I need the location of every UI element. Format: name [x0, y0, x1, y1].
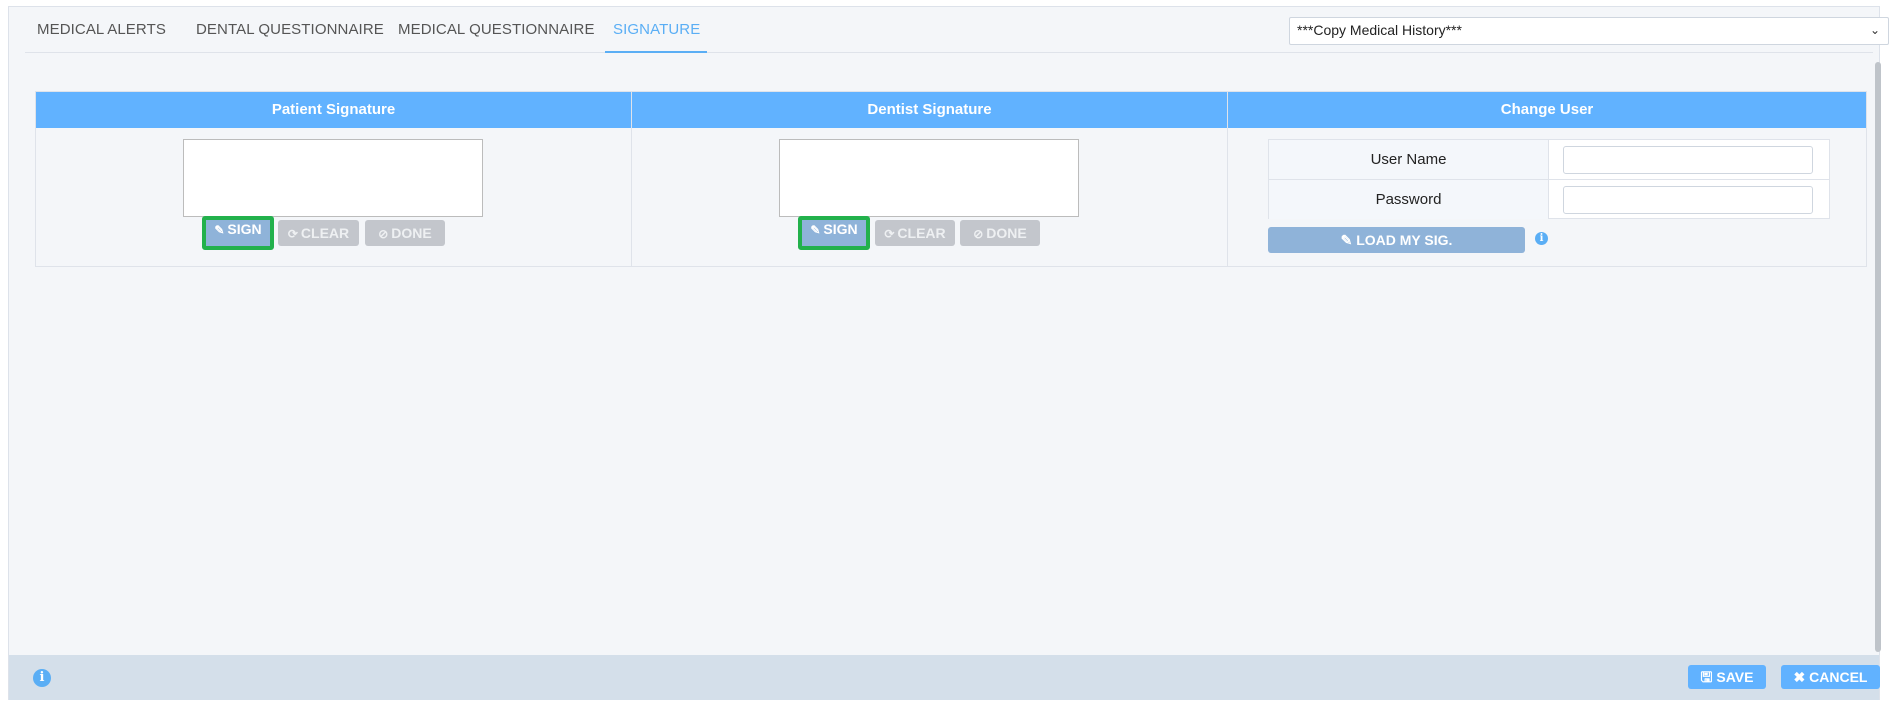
patient-sign-label: SIGN	[227, 221, 262, 237]
tab-medical-alerts[interactable]: MEDICAL ALERTS	[37, 13, 166, 53]
patient-done-label: DONE	[391, 225, 432, 241]
patient-clear-button[interactable]: ⟳ CLEAR	[278, 220, 359, 246]
change-user-header: Change User	[1228, 92, 1866, 128]
info-icon[interactable]: i	[1535, 232, 1548, 245]
cancel-button[interactable]: ✖ CANCEL	[1781, 665, 1880, 689]
patient-clear-label: CLEAR	[300, 225, 350, 241]
dentist-signature-buttons: ✎ SIGN ⟳ CLEAR ⊘ DONE	[798, 216, 1050, 250]
patient-signature-buttons: ✎ SIGN ⟳ CLEAR ⊘ DONE	[202, 216, 454, 250]
cancel-label: CANCEL	[1809, 669, 1868, 685]
password-row: Password	[1269, 179, 1829, 219]
pencil-icon: ✎	[1340, 232, 1353, 248]
change-user-column: Change User User Name Password ✎ LOAD MY…	[1227, 92, 1866, 266]
patient-signature-pad[interactable]	[183, 139, 483, 217]
refresh-icon: ⟳	[287, 227, 298, 241]
save-button[interactable]: 🖫 SAVE	[1688, 665, 1766, 689]
dentist-done-label: DONE	[986, 225, 1027, 241]
pencil-icon: ✎	[214, 223, 225, 237]
dentist-clear-label: CLEAR	[897, 225, 946, 241]
scrollbar[interactable]	[1875, 62, 1881, 652]
password-input[interactable]	[1563, 186, 1813, 214]
patient-sign-button[interactable]: ✎ SIGN	[202, 216, 274, 250]
username-label: User Name	[1269, 140, 1549, 179]
pencil-icon: ✎	[810, 223, 821, 237]
patient-signature-header: Patient Signature	[36, 92, 631, 128]
dentist-signature-pad[interactable]	[779, 139, 1079, 217]
tab-bar: MEDICAL ALERTS DENTAL QUESTIONNAIRE MEDI…	[25, 13, 1889, 53]
check-circle-icon: ⊘	[378, 227, 389, 241]
chevron-down-icon: ⌄	[1869, 23, 1880, 37]
tab-dental-questionnaire[interactable]: DENTAL QUESTIONNAIRE	[196, 13, 384, 53]
patient-signature-column: Patient Signature ✎ SIGN ⟳ CLEAR ⊘ DONE	[36, 92, 631, 266]
dentist-clear-button[interactable]: ⟳ CLEAR	[875, 220, 955, 246]
password-label: Password	[1269, 180, 1549, 219]
save-label: SAVE	[1716, 669, 1754, 685]
dentist-signature-column: Dentist Signature ✎ SIGN ⟳ CLEAR ⊘ DONE	[631, 92, 1227, 266]
save-icon: 🖫	[1700, 669, 1713, 685]
signature-table: Patient Signature ✎ SIGN ⟳ CLEAR ⊘ DONE Den…	[35, 91, 1867, 267]
dentist-done-button[interactable]: ⊘ DONE	[960, 220, 1040, 246]
copy-medical-history-select[interactable]: ***Copy Medical History*** ⌄	[1289, 17, 1889, 45]
check-circle-icon: ⊘	[973, 227, 984, 241]
username-input[interactable]	[1563, 146, 1813, 174]
tab-signature[interactable]: SIGNATURE	[605, 13, 707, 53]
dentist-sign-button[interactable]: ✎ SIGN	[798, 216, 870, 250]
tab-medical-questionnaire[interactable]: MEDICAL QUESTIONNAIRE	[398, 13, 595, 53]
patient-done-button[interactable]: ⊘ DONE	[365, 220, 445, 246]
username-row: User Name	[1269, 140, 1829, 179]
dentist-sign-label: SIGN	[823, 221, 858, 237]
refresh-icon: ⟳	[884, 227, 895, 241]
load-my-signature-button[interactable]: ✎ LOAD MY SIG.	[1268, 227, 1525, 253]
load-my-signature-label: LOAD MY SIG.	[1356, 232, 1453, 248]
info-icon[interactable]: i	[33, 669, 51, 687]
footer-bar: i 🖫 SAVE ✖ CANCEL	[9, 655, 1880, 700]
credentials-form: User Name Password	[1268, 139, 1830, 219]
copy-select-value: ***Copy Medical History***	[1297, 22, 1462, 38]
medical-history-panel: MEDICAL ALERTS DENTAL QUESTIONNAIRE MEDI…	[8, 6, 1889, 700]
dentist-signature-header: Dentist Signature	[632, 92, 1227, 128]
close-icon: ✖	[1793, 669, 1806, 685]
